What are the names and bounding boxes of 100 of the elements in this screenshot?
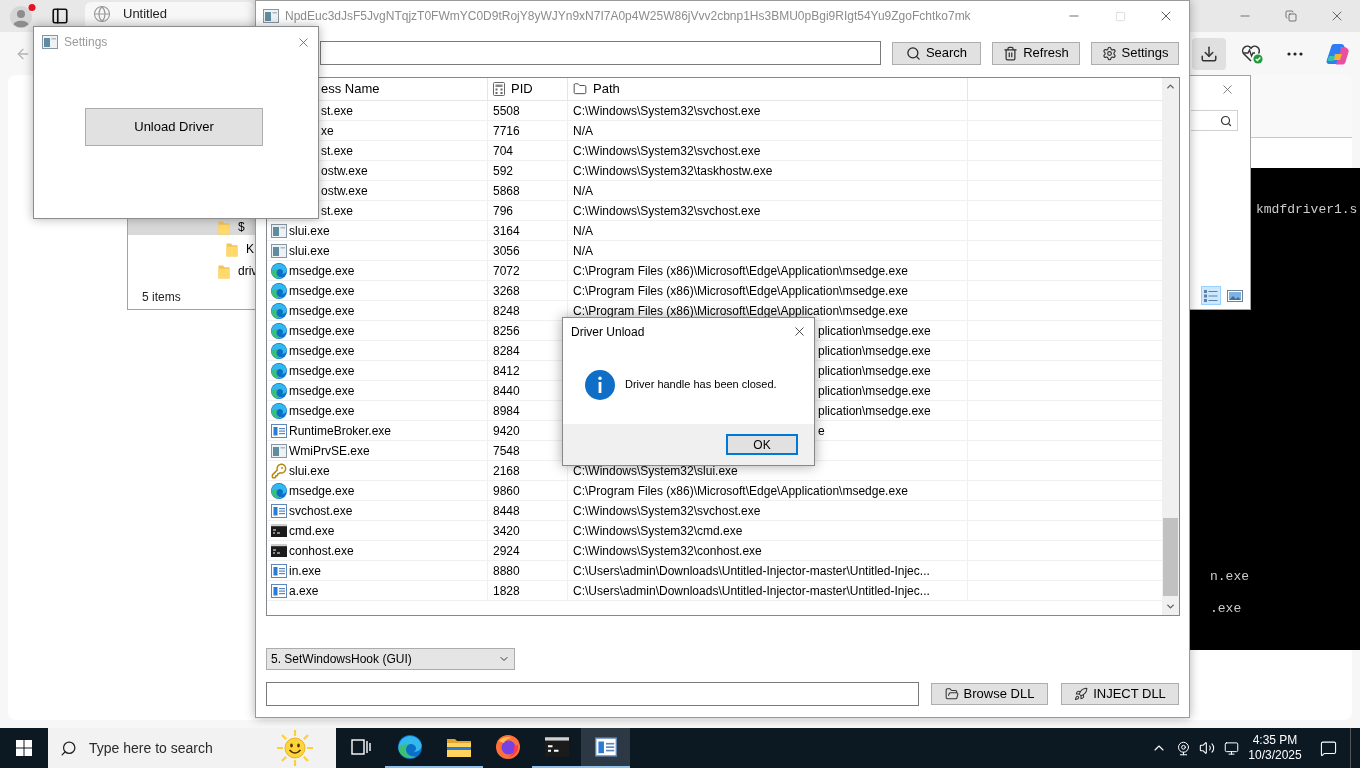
process-name: WmiPrvSE.exe: [289, 442, 370, 460]
details-view-button[interactable]: [1201, 286, 1221, 305]
process-id: 3268: [493, 282, 520, 300]
trash-icon: [1003, 45, 1019, 61]
sun-smiley-icon: [277, 730, 313, 766]
edge-logo-icon: [271, 262, 287, 279]
webcam-icon: [1175, 740, 1191, 756]
profile-avatar-icon[interactable]: [9, 3, 37, 29]
process-path: e: [818, 422, 825, 440]
edge-logo-icon: [397, 735, 422, 759]
chevron-down-icon: [1165, 601, 1176, 612]
details-view-icon: [1204, 289, 1218, 302]
edge-logo-icon: [271, 402, 287, 419]
search-icon: [905, 45, 921, 61]
browse-button[interactable]: Browse DLL: [931, 683, 1048, 705]
window-icon: [271, 502, 287, 519]
process-path: C:\Program Files (x86)\Microsoft\Edge\Application\msedge.exe: [573, 262, 908, 280]
process-name: msedge.exe: [289, 322, 355, 340]
process-id: 8880: [493, 562, 520, 580]
status-text: 5 items: [142, 289, 181, 305]
window-icon: [594, 736, 617, 758]
taskbar-search-field[interactable]: Type here to search: [48, 728, 336, 768]
process-id: 8448: [493, 502, 520, 520]
search-field[interactable]: [320, 41, 881, 65]
scrollbar-thumb[interactable]: [1163, 518, 1178, 596]
process-name: msedge.exe: [289, 342, 355, 360]
edge-logo-icon: [271, 382, 287, 399]
settings-icon: [1101, 45, 1117, 61]
dialog-message: Driver handle has been closed.: [625, 377, 777, 393]
clock-date: 10/3/2025: [1248, 748, 1302, 763]
chevron-up-icon: [1165, 81, 1176, 92]
process-id: 592: [493, 162, 514, 180]
info-icon: [585, 369, 615, 400]
process-id: 3420: [493, 522, 520, 540]
clock[interactable]: 4:35 PM 10/3/2025: [1243, 728, 1307, 768]
process-id: 1828: [493, 582, 520, 600]
process-id: 8248: [493, 302, 520, 320]
window-title: Settings: [64, 34, 108, 51]
process-path: C:\Windows\System32\svchost.exe: [573, 202, 761, 220]
inject-button[interactable]: INJECT DLL: [1061, 683, 1179, 705]
dialog-title: Driver Unload: [571, 323, 645, 341]
process-path: plication\msedge.exe: [818, 342, 931, 360]
column-header[interactable]: PID: [511, 79, 533, 99]
process-path: N/A: [573, 242, 593, 260]
process-path: C:\Program Files (x86)\Microsoft\Edge\Application\msedge.exe: [573, 482, 908, 500]
search-button[interactable]: Search: [892, 41, 981, 65]
process-name: st.exe: [321, 102, 353, 120]
download-button[interactable]: [1192, 37, 1226, 70]
app-icon: [271, 222, 287, 239]
process-name: msedge.exe: [289, 382, 355, 400]
process-id: 5508: [493, 102, 520, 120]
process-id: 2924: [493, 542, 520, 560]
process-id: 8412: [493, 362, 520, 380]
edge-logo-icon: [271, 322, 287, 339]
task-view-icon: [350, 739, 371, 755]
app-taskbar-button[interactable]: [581, 728, 630, 768]
column-header[interactable]: ess Name: [321, 79, 380, 99]
tree-item[interactable]: K: [128, 241, 255, 257]
terminal-text: .exe: [1210, 601, 1242, 617]
process-name: xe: [321, 122, 334, 140]
search-icon: [1220, 114, 1232, 127]
process-path: N/A: [573, 122, 593, 140]
browser-tab[interactable]: Untitled: [85, 2, 255, 26]
process-name: ostw.exe: [321, 182, 368, 200]
process-id: 7716: [493, 122, 520, 140]
app-icon: [271, 442, 287, 459]
process-name: slui.exe: [289, 462, 330, 480]
process-id: 9860: [493, 482, 520, 500]
globe-icon: [93, 5, 111, 23]
process-id: 7072: [493, 262, 520, 280]
tree-item[interactable]: $: [128, 219, 255, 235]
monitor-icon: [1223, 740, 1239, 756]
search-icon: [60, 739, 77, 757]
process-name: msedge.exe: [289, 262, 355, 280]
console-icon: [271, 544, 287, 557]
app-icon: [263, 8, 279, 24]
volume-icon: [1199, 740, 1215, 756]
app-icon: [42, 34, 58, 50]
ok-button[interactable]: OK: [726, 434, 798, 455]
process-id: 796: [493, 202, 514, 220]
process-id: 2168: [493, 462, 520, 480]
column-header[interactable]: Path: [593, 79, 620, 99]
process-name: ostw.exe: [321, 162, 368, 180]
settings-button[interactable]: Settings: [1091, 41, 1179, 65]
key-icon: [271, 462, 287, 479]
dll-path-field[interactable]: [266, 682, 919, 706]
tab-actions-button[interactable]: [50, 6, 70, 26]
window-icon: [271, 562, 287, 579]
edge-logo-icon: [271, 482, 287, 499]
process-path: plication\msedge.exe: [818, 362, 931, 380]
heart-check-icon: [1241, 43, 1263, 64]
process-path: C:\Windows\System32\svchost.exe: [573, 142, 761, 160]
refresh-button[interactable]: Refresh: [992, 41, 1080, 65]
unload-driver-button[interactable]: Unload Driver: [85, 108, 263, 146]
process-id: 8984: [493, 402, 520, 420]
process-name: msedge.exe: [289, 402, 355, 420]
process-name: msedge.exe: [289, 482, 355, 500]
process-name: st.exe: [321, 202, 353, 220]
method-dropdown[interactable]: 5. SetWindowsHook (GUI): [266, 648, 515, 670]
windows-logo-icon: [16, 740, 32, 756]
